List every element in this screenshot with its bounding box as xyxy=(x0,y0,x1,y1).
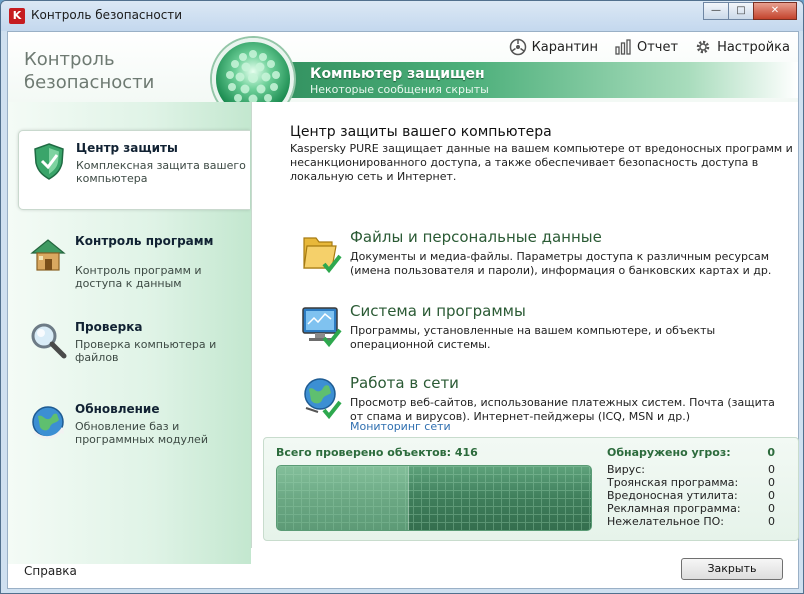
threat-row: Рекламная программа: 0 xyxy=(607,502,775,515)
sidebar-item-protection-center[interactable]: Центр защиты Комплексная защита вашего к… xyxy=(18,130,250,210)
threat-count: 0 xyxy=(768,502,775,515)
brand-line-1: Контроль xyxy=(24,49,115,70)
threats-total: 0 xyxy=(767,446,775,459)
globe-update-icon xyxy=(28,402,68,442)
report-bars-icon xyxy=(614,38,632,56)
threat-label: Вредоносная утилита: xyxy=(607,489,738,502)
brand-line-2: безопасности xyxy=(24,72,155,93)
maximize-button[interactable]: □ xyxy=(728,2,754,20)
sidebar-item-desc: Проверка компьютера и файлов xyxy=(75,338,217,364)
scan-stats-panel: Всего проверено объектов: 416 Обнаружено… xyxy=(263,437,799,541)
settings-link[interactable]: Настройка xyxy=(694,38,790,56)
section-desc: Документы и медиа-файлы. Параметры досту… xyxy=(350,250,772,277)
sidebar: Центр защиты Комплексная защита вашего к… xyxy=(8,102,251,564)
threat-row: Вредоносная утилита: 0 xyxy=(607,489,775,502)
sidebar-item-title: Обновление xyxy=(75,402,160,416)
settings-label: Настройка xyxy=(717,39,790,55)
threat-label: Нежелательное ПО: xyxy=(607,515,724,528)
protection-status-band: Компьютер защищен Некоторые сообщения ск… xyxy=(248,62,798,98)
monitor-icon xyxy=(298,302,346,350)
sidebar-item-desc: Комплексная защита вашего компьютера xyxy=(76,159,246,185)
network-monitor-link[interactable]: Мониторинг сети xyxy=(350,420,451,433)
sidebar-item-desc: Контроль программ и доступа к данным xyxy=(75,264,202,290)
threat-row: Троянская программа: 0 xyxy=(607,476,775,489)
threat-count: 0 xyxy=(768,476,775,489)
threat-label: Рекламная программа: xyxy=(607,502,741,515)
scan-activity-graph xyxy=(276,465,592,531)
sidebar-item-title: Центр защиты xyxy=(76,141,178,155)
page-title: Центр защиты вашего компьютера xyxy=(290,124,552,140)
gear-icon xyxy=(694,38,712,56)
network-globe-icon xyxy=(298,374,346,422)
header: Контроль безопасности Карантин Отчет Нас… xyxy=(8,32,798,120)
sidebar-item-title: Контроль программ xyxy=(75,234,214,248)
threat-count: 0 xyxy=(768,515,775,528)
quarantine-link[interactable]: Карантин xyxy=(509,38,598,56)
sidebar-item-update[interactable]: Обновление Обновление баз и программных … xyxy=(18,392,250,472)
threat-count: 0 xyxy=(768,463,775,476)
status-title: Компьютер защищен xyxy=(310,66,485,82)
status-subtitle[interactable]: Некоторые сообщения скрыты xyxy=(310,83,489,96)
kaspersky-logo-icon: K xyxy=(9,8,25,24)
house-icon xyxy=(28,234,68,274)
magnifier-icon xyxy=(28,320,68,360)
scan-progress-fill xyxy=(277,466,409,530)
threat-count: 0 xyxy=(768,489,775,502)
report-label: Отчет xyxy=(637,39,679,55)
page-description: Kaspersky PURE защищает данные на вашем … xyxy=(290,142,793,183)
threats-label: Обнаружено угроз: xyxy=(607,446,731,459)
quarantine-label: Карантин xyxy=(531,39,598,55)
sidebar-item-title: Проверка xyxy=(75,320,143,334)
threat-label: Троянская программа: xyxy=(607,476,739,489)
threats-header: Обнаружено угроз: 0 xyxy=(607,446,775,459)
threat-row: Нежелательное ПО: 0 xyxy=(607,515,775,528)
close-window-button[interactable]: ✕ xyxy=(753,2,797,20)
sidebar-item-desc: Обновление баз и программных модулей xyxy=(75,420,208,446)
app-window: K Контроль безопасности — □ ✕ Контроль б… xyxy=(0,0,804,594)
title-bar[interactable]: K Контроль безопасности — □ ✕ xyxy=(1,1,803,31)
section-title[interactable]: Работа в сети xyxy=(350,374,459,392)
section-title[interactable]: Файлы и персональные данные xyxy=(350,228,602,246)
window-title: Контроль безопасности xyxy=(31,8,183,22)
folder-icon xyxy=(298,228,346,276)
top-links: Карантин Отчет Настройка xyxy=(509,38,790,56)
minimize-button[interactable]: — xyxy=(703,2,729,20)
section-desc: Программы, установленные на вашем компью… xyxy=(350,324,716,351)
quarantine-icon xyxy=(509,38,527,56)
brand-title: Контроль безопасности xyxy=(24,48,154,94)
close-button[interactable]: Закрыть xyxy=(681,558,783,580)
threat-row: Вирус: 0 xyxy=(607,463,775,476)
section-title[interactable]: Система и программы xyxy=(350,302,526,320)
sidebar-item-scan[interactable]: Проверка Проверка компьютера и файлов xyxy=(18,310,250,390)
report-link[interactable]: Отчет xyxy=(614,38,678,56)
checked-objects-label: Всего проверено объектов: 416 xyxy=(276,446,478,459)
threat-label: Вирус: xyxy=(607,463,645,476)
help-link[interactable]: Справка xyxy=(24,564,77,578)
sidebar-item-app-control[interactable]: Контроль программ Контроль программ и до… xyxy=(18,224,250,304)
window-controls: — □ ✕ xyxy=(703,2,797,20)
shield-icon xyxy=(29,141,69,181)
